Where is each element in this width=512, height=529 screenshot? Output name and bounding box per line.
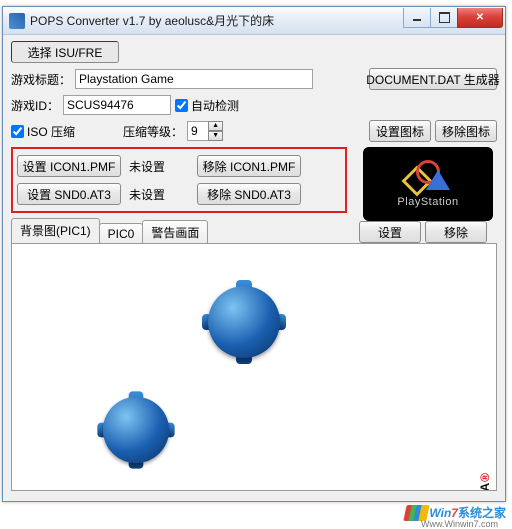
highlight-box: 设置 ICON1.PMF 未设置 移除 ICON1.PMF 设置 SND0.AT… [11,147,347,213]
app-icon [9,13,25,29]
window-buttons [404,8,503,28]
tab-set-button[interactable]: 设置 [359,221,421,243]
playstation-text: PlayStation [397,196,458,208]
tab-pic0[interactable]: PIC0 [99,223,144,243]
set-icon1-button[interactable]: 设置 ICON1.PMF [17,155,121,177]
auto-detect-check-input[interactable] [175,99,188,112]
icon1-status: 未设置 [129,158,193,175]
client-area: 选择 ISU/FRE 游戏标题： DOCUMENT.DAT 生成器 游戏ID： … [3,35,505,497]
compress-level-label: 压缩等级： [123,123,183,140]
tab-area: 背景图(PIC1) PIC0 警告画面 设置 移除 PSPCHINA® [11,221,497,491]
pspchina-logo: PSPCHINA® [476,472,492,491]
document-dat-button[interactable]: DOCUMENT.DAT 生成器 [369,68,497,90]
iso-compress-check-input[interactable] [11,125,24,138]
watermark: Win7系统之家 Www.Winwin7.com [405,504,506,522]
set-icon-button[interactable]: 设置图标 [369,120,431,142]
auto-detect-checkbox[interactable]: 自动检测 [175,97,239,114]
remove-icon1-button[interactable]: 移除 ICON1.PMF [197,155,301,177]
game-id-label: 游戏ID： [11,97,59,114]
remove-snd0-button[interactable]: 移除 SND0.AT3 [197,183,301,205]
app-window: POPS Converter v1.7 by aeolusc&月光下的床 选择 … [2,6,506,502]
tab-pic1[interactable]: 背景图(PIC1) [11,218,100,243]
tab-page: PSPCHINA® [11,243,497,491]
auto-detect-label: 自动检测 [191,97,239,114]
snd0-status: 未设置 [129,186,193,203]
spinner-down-icon[interactable]: ▼ [208,131,223,141]
window-title: POPS Converter v1.7 by aeolusc&月光下的床 [30,12,404,29]
dpad-icon [208,286,280,358]
game-id-input[interactable] [63,95,171,115]
select-iso-button[interactable]: 选择 ISU/FRE [11,41,119,63]
game-title-label: 游戏标题： [11,71,71,88]
set-snd0-button[interactable]: 设置 SND0.AT3 [17,183,121,205]
compress-level-input[interactable] [187,121,209,141]
compress-level-spinner[interactable]: ▲▼ [187,121,223,141]
dpad-icon [103,397,169,463]
maximize-button[interactable] [430,8,458,28]
minimize-button[interactable] [403,8,431,28]
iso-compress-label: ISO 压缩 [27,123,75,140]
iso-compress-checkbox[interactable]: ISO 压缩 [11,123,75,140]
spinner-up-icon[interactable]: ▲ [208,121,223,131]
titlebar: POPS Converter v1.7 by aeolusc&月光下的床 [3,7,505,35]
remove-icon-button[interactable]: 移除图标 [435,120,497,142]
tab-warning[interactable]: 警告画面 [142,220,208,243]
tab-remove-button[interactable]: 移除 [425,221,487,243]
close-button[interactable] [457,8,503,28]
game-title-input[interactable] [75,69,313,89]
playstation-logo: PlayStation [363,147,493,221]
